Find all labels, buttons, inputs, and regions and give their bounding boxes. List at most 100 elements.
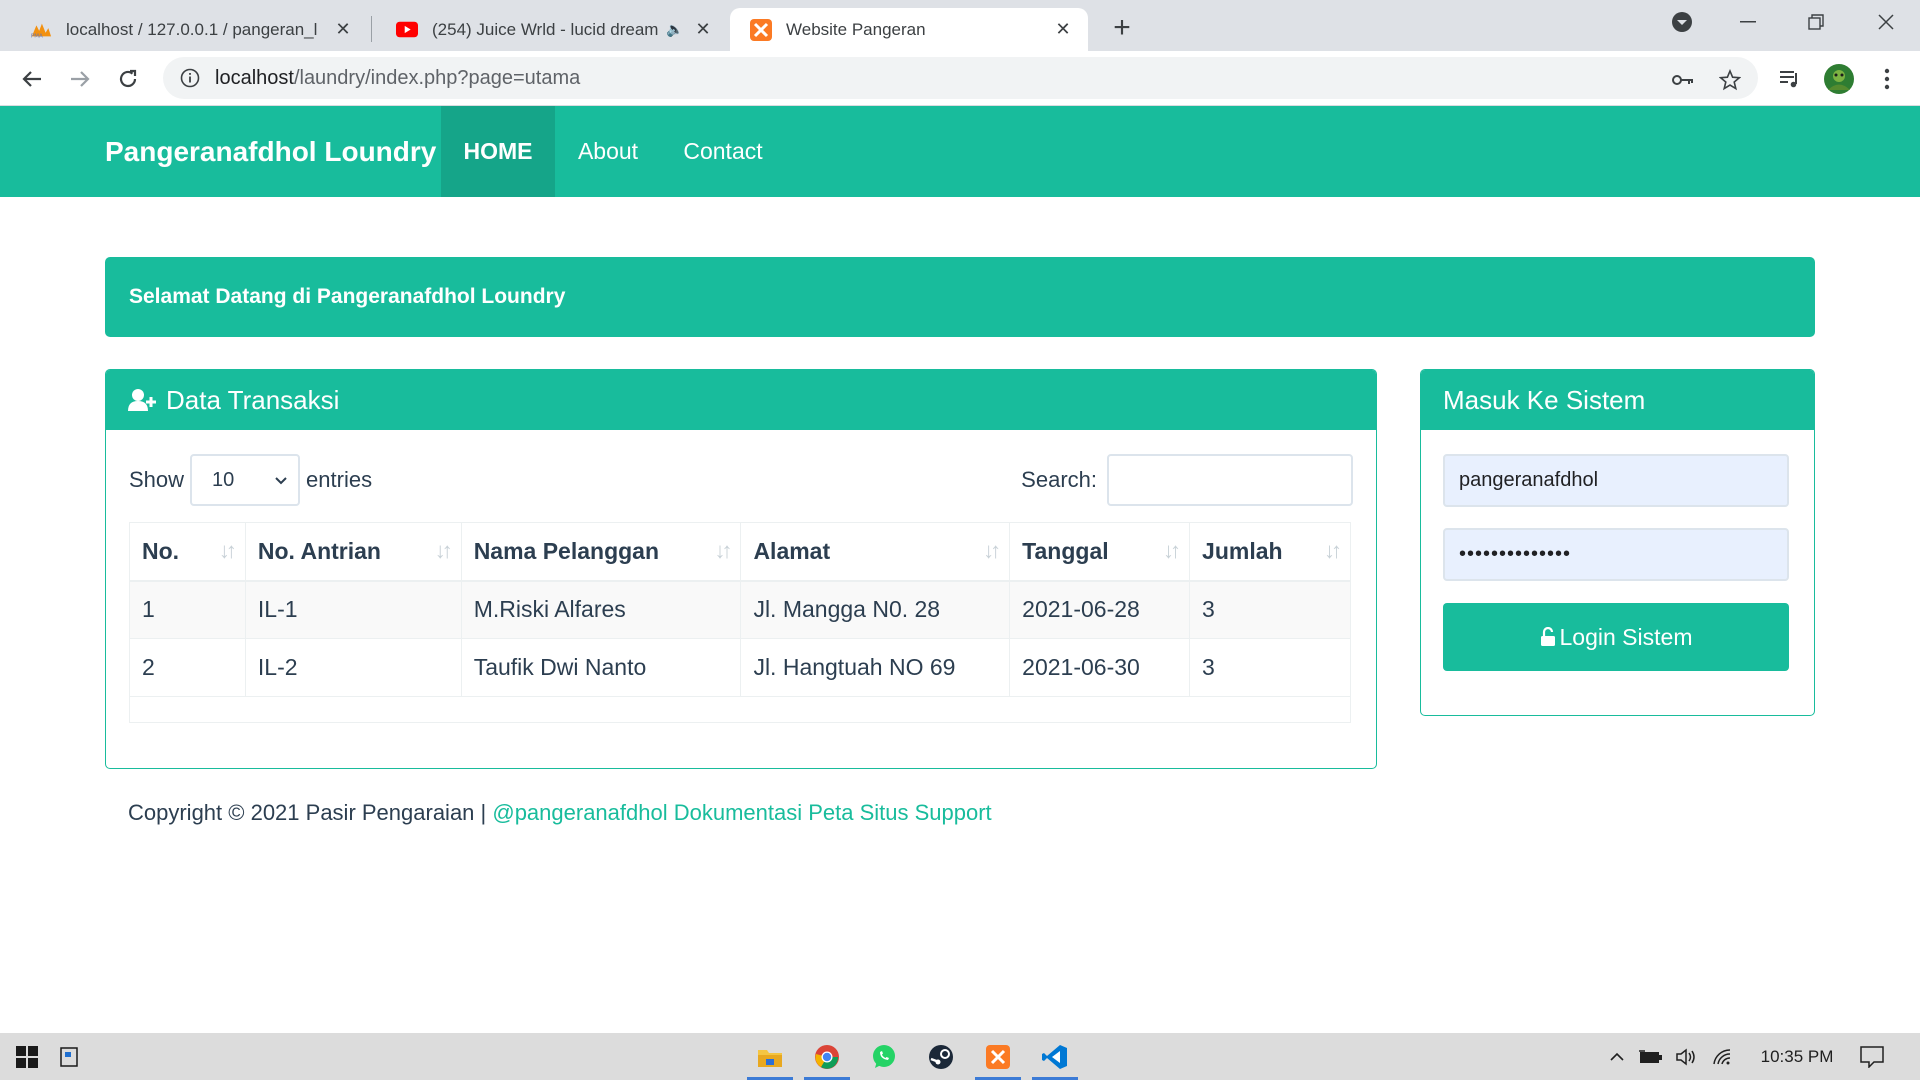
login-button-label: Login Sistem <box>1559 623 1693 650</box>
sort-icon: ↓↑ <box>218 538 237 564</box>
chrome-menu-icon[interactable] <box>1870 62 1904 96</box>
site-navbar: Pangeranafdhol Loundry HOME About Contac… <box>0 106 1920 197</box>
copyright-text: Copyright © 2021 Pasir Pengaraian | <box>128 800 493 825</box>
cell-jumlah: 3 <box>1189 638 1351 697</box>
xampp-icon[interactable] <box>971 1033 1025 1080</box>
column-header-label: Jumlah <box>1202 537 1283 564</box>
file-explorer-icon[interactable] <box>743 1033 797 1080</box>
footer-links[interactable]: @pangeranafdhol Dokumentasi Peta Situs S… <box>492 800 991 825</box>
svg-text:PMA: PMA <box>31 33 43 39</box>
info-icon[interactable] <box>179 67 201 89</box>
tab-separator <box>371 16 372 42</box>
entries-value: 10 <box>212 468 235 491</box>
tab-website-pangeran[interactable]: Website Pangeran ✕ <box>730 8 1088 51</box>
username-field[interactable]: pangeranafdhol <box>1443 454 1789 507</box>
vscode-icon[interactable] <box>1028 1033 1082 1080</box>
site-footer: Copyright © 2021 Pasir Pengaraian | @pan… <box>128 800 992 826</box>
task-view-icon[interactable] <box>42 1033 96 1080</box>
username-value: pangeranafdhol <box>1459 469 1599 491</box>
windows-taskbar: 10:35 PM <box>0 1033 1920 1080</box>
bookmark-star-icon[interactable] <box>1717 67 1743 93</box>
transactions-panel: Data Transaksi Show 10 entries Search: N… <box>105 369 1377 769</box>
tab-youtube[interactable]: (254) Juice Wrld - lucid dream 🔈 ✕ <box>376 8 728 51</box>
tab-title: localhost / 127.0.0.1 / pangeran_l <box>66 19 318 39</box>
close-icon[interactable]: ✕ <box>692 19 714 41</box>
entries-select[interactable]: 10 <box>190 454 301 506</box>
transactions-title: Data Transaksi <box>166 384 340 415</box>
column-header-label: Alamat <box>753 537 831 564</box>
wifi-icon[interactable] <box>1708 1033 1738 1080</box>
chevron-down-icon <box>274 469 288 492</box>
forward-arrow-icon[interactable] <box>63 62 97 96</box>
key-icon[interactable] <box>1670 67 1696 93</box>
new-tab-button[interactable]: + <box>1106 11 1138 44</box>
nav-about[interactable]: About <box>555 106 661 197</box>
minimize-icon[interactable] <box>1714 0 1782 44</box>
cell-nama-pelanggan: Taufik Dwi Nanto <box>460 638 742 697</box>
tab-phpmyadmin[interactable]: PMA localhost / 127.0.0.1 / pangeran_l ✕ <box>10 8 368 51</box>
column-header-label: Nama Pelanggan <box>473 537 660 564</box>
cell-jumlah: 3 <box>1189 580 1351 639</box>
column-header-label: No. <box>142 537 180 564</box>
site-brand[interactable]: Pangeranafdhol Loundry <box>105 106 436 197</box>
speaker-icon[interactable]: 🔈 <box>664 19 686 41</box>
welcome-banner: Selamat Datang di Pangeranafdhol Loundry <box>105 257 1815 337</box>
cell-no-antrian: IL-1 <box>244 580 462 639</box>
whatsapp-icon[interactable] <box>857 1033 911 1080</box>
media-queue-icon[interactable] <box>1773 62 1807 96</box>
column-header-tanggal[interactable]: Tanggal ↓↑ <box>1009 522 1191 582</box>
sort-icon: ↓↑ <box>983 538 1001 564</box>
xampp-icon <box>750 18 772 41</box>
transactions-panel-header: Data Transaksi <box>106 370 1376 430</box>
reload-icon[interactable] <box>111 62 145 96</box>
volume-icon[interactable] <box>1672 1033 1702 1080</box>
profile-avatar-icon[interactable] <box>1822 62 1856 96</box>
chevron-up-icon[interactable] <box>1602 1033 1632 1080</box>
sort-icon: ↓↑ <box>1324 538 1342 564</box>
url-host: localhost <box>215 66 294 89</box>
table-footer-spacer <box>129 696 1351 723</box>
back-arrow-icon[interactable] <box>15 62 49 96</box>
youtube-icon <box>396 19 418 41</box>
column-header-label: Tanggal <box>1022 537 1109 564</box>
column-header-alamat[interactable]: Alamat ↓↑ <box>740 522 1011 582</box>
column-header-nama-pelanggan[interactable]: Nama Pelanggan ↓↑ <box>460 522 742 582</box>
profile-dropdown-icon[interactable] <box>1648 0 1716 44</box>
tab-title: Website Pangeran <box>786 19 926 39</box>
transactions-table: No. ↓↑ No. Antrian ↓↑ Nama Pelanggan ↓↑ Ala… <box>129 522 1351 723</box>
nav-contact[interactable]: Contact <box>661 106 785 197</box>
battery-icon[interactable] <box>1636 1033 1666 1080</box>
window-close-icon[interactable] <box>1852 0 1920 44</box>
url-path: /laundry/index.php?page=utama <box>293 66 581 89</box>
column-header-label: No. Antrian <box>257 537 381 564</box>
login-title: Masuk Ke Sistem <box>1443 384 1646 415</box>
password-field[interactable]: •••••••••••••• <box>1443 528 1789 581</box>
column-header-jumlah[interactable]: Jumlah ↓↑ <box>1189 522 1351 582</box>
url-text: localhost/laundry/index.php?page=utama <box>215 67 580 90</box>
search-input[interactable] <box>1107 454 1353 506</box>
login-panel-header: Masuk Ke Sistem <box>1421 370 1814 430</box>
sort-icon: ↓↑ <box>1163 538 1181 564</box>
steam-icon[interactable] <box>914 1033 968 1080</box>
nav-home[interactable]: HOME <box>441 106 555 197</box>
cell-tanggal: 2021-06-30 <box>1009 638 1191 697</box>
login-button[interactable]: Login Sistem <box>1443 603 1789 671</box>
close-icon[interactable]: ✕ <box>1052 19 1074 41</box>
column-header-no[interactable]: No. ↓↑ <box>129 522 246 582</box>
cell-tanggal: 2021-06-28 <box>1009 580 1191 639</box>
sort-icon: ↓↑ <box>434 538 453 564</box>
address-bar[interactable]: localhost/laundry/index.php?page=utama <box>163 57 1758 99</box>
phpmyadmin-icon: PMA <box>30 19 52 41</box>
tab-title: (254) Juice Wrld - lucid dream <box>432 19 659 39</box>
empty-cell <box>129 696 1351 723</box>
column-header-no-antrian[interactable]: No. Antrian ↓↑ <box>244 522 462 582</box>
notification-icon[interactable] <box>1852 1033 1892 1080</box>
restore-icon[interactable] <box>1782 0 1850 44</box>
close-icon[interactable]: ✕ <box>332 19 354 41</box>
cell-no: 1 <box>129 580 246 639</box>
clock[interactable]: 10:35 PM <box>1748 1033 1846 1080</box>
browser-tab-strip: PMA localhost / 127.0.0.1 / pangeran_l ✕… <box>0 0 1920 51</box>
table-row: 1 IL-1 M.Riski Alfares Jl. Mangga N0. 28… <box>129 580 1351 639</box>
datatable-controls: Show 10 entries Search: <box>129 454 1353 506</box>
chrome-icon[interactable] <box>800 1033 854 1080</box>
